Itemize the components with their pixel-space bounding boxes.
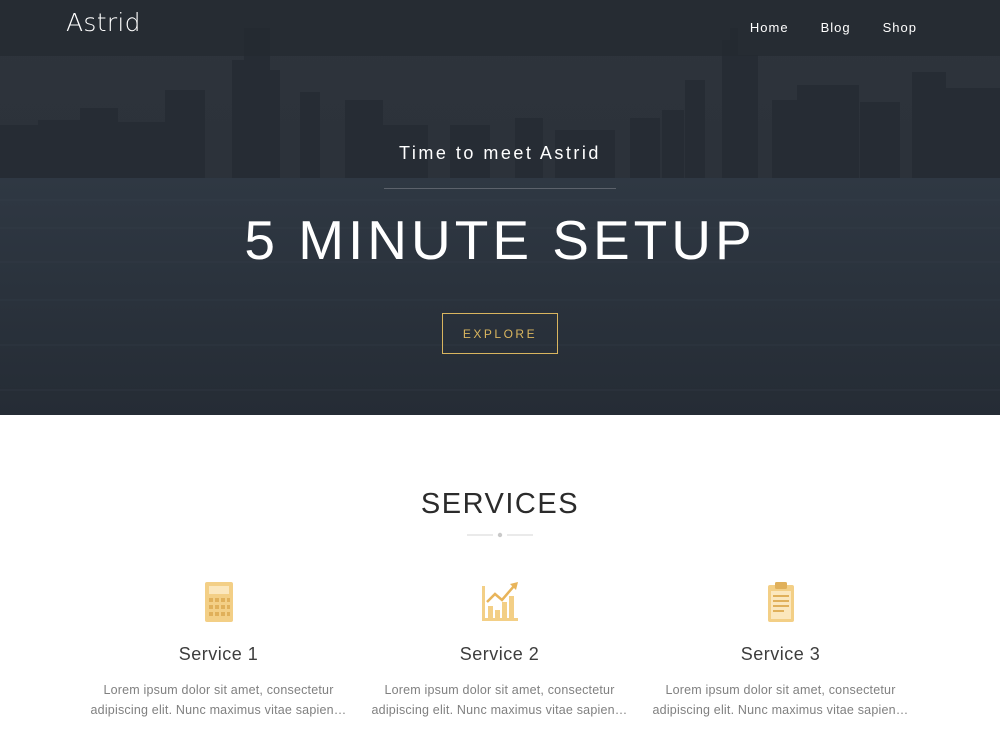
hero-divider xyxy=(384,188,616,189)
hero-section: Astrid Home Blog Shop Time to meet Astri… xyxy=(0,0,1000,415)
service-description: Lorem ipsum dolor sit amet, consectetur … xyxy=(78,680,359,720)
service-description-line: adipiscing elit. Nunc maximus vitae sapi… xyxy=(371,703,628,717)
service-title: Service 1 xyxy=(178,644,259,664)
hero-tagline: Time to meet Astrid xyxy=(399,143,601,163)
service-description-line: adipiscing elit. Nunc maximus vitae sapi… xyxy=(652,703,909,717)
service-card-2: Service 2 Lorem ipsum dolor sit amet, co… xyxy=(359,580,640,720)
service-card-3: Service 3 Lorem ipsum dolor sit amet, co… xyxy=(640,580,921,720)
service-title: Service 3 xyxy=(740,644,821,664)
services-section: SERVICES Service 1 Lorem ipsum dolor sit… xyxy=(0,415,1000,750)
service-description: Lorem ipsum dolor sit amet, consectetur … xyxy=(359,680,640,720)
service-description: Lorem ipsum dolor sit amet, consectetur … xyxy=(640,680,921,720)
nav-blog-link[interactable]: Blog xyxy=(821,20,851,35)
site-header: Astrid Home Blog Shop xyxy=(0,0,1000,56)
hero-headline: 5 MINUTE SETUP xyxy=(244,209,756,271)
explore-button[interactable]: EXPLORE xyxy=(442,313,558,354)
service-card-1: Service 1 Lorem ipsum dolor sit amet, co… xyxy=(78,580,359,720)
title-ornament-divider xyxy=(467,532,533,538)
service-description-line: Lorem ipsum dolor sit amet, consectetur xyxy=(103,683,334,697)
calculator-icon xyxy=(204,582,233,622)
service-description-line: Lorem ipsum dolor sit amet, consectetur xyxy=(384,683,615,697)
clipboard-icon xyxy=(767,582,794,622)
nav-home-link[interactable]: Home xyxy=(750,20,789,35)
services-title: SERVICES xyxy=(420,488,580,520)
service-description-line: adipiscing elit. Nunc maximus vitae sapi… xyxy=(90,703,347,717)
site-logo[interactable]: Astrid xyxy=(66,8,141,37)
service-title: Service 2 xyxy=(459,644,540,664)
nav-shop-link[interactable]: Shop xyxy=(883,20,917,35)
growth-chart-icon xyxy=(481,582,518,621)
service-description-line: Lorem ipsum dolor sit amet, consectetur xyxy=(665,683,896,697)
main-nav: Home Blog Shop xyxy=(750,20,917,35)
